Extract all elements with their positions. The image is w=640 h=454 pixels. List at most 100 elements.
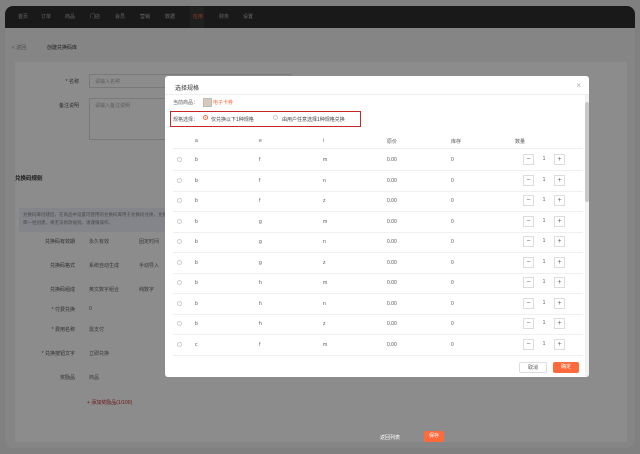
option-1-label[interactable]: 仅兑换以下1种规格 [211, 116, 254, 123]
cell-a: b [195, 321, 198, 327]
cell-i: m [323, 280, 328, 286]
table-row[interactable]: b f n 0.00 0 −1 + [173, 171, 583, 192]
row-radio[interactable] [177, 341, 182, 347]
cell-stock: 0 [451, 218, 454, 225]
select-spec-dialog: 选择规格 × 当前商品： 电子卡券 规格选择： 仅兑换以下1种规格 由用户任意选… [165, 76, 589, 377]
quantity-stepper: −1 + [523, 195, 565, 206]
minus-icon[interactable]: − [523, 338, 534, 350]
row-radio[interactable] [177, 198, 182, 203]
quantity-value[interactable]: 1 [538, 195, 550, 206]
row-radio[interactable] [177, 218, 182, 224]
minus-icon[interactable]: − [523, 297, 534, 309]
quantity-value[interactable]: 1 [538, 277, 550, 288]
quantity-value[interactable]: 1 [538, 339, 550, 350]
row-radio[interactable] [177, 300, 182, 306]
cell-i: m [323, 341, 328, 348]
table-header: a e i 原价 库存 数量 [173, 132, 583, 149]
product-thumbnail [203, 98, 212, 107]
back-to-list-button[interactable]: 返回列表 [380, 434, 400, 441]
minus-icon[interactable]: − [523, 174, 534, 186]
minus-icon[interactable]: − [523, 318, 534, 329]
col-e: e [259, 138, 262, 144]
minus-icon[interactable]: − [523, 277, 534, 288]
cell-e: h [259, 280, 262, 286]
radio-option-2[interactable] [273, 115, 278, 120]
cell-i: z [323, 198, 326, 204]
table-row[interactable]: b h z 0.00 0 −1 + [173, 314, 583, 335]
quantity-stepper: −1 + [523, 297, 565, 309]
quantity-stepper: −1 + [523, 154, 565, 165]
table-row[interactable]: b f m 0.00 0 −1 + [173, 150, 583, 171]
row-radio[interactable] [177, 280, 182, 285]
col-price: 原价 [387, 139, 398, 145]
cell-a: b [195, 239, 198, 245]
cell-stock: 0 [451, 300, 454, 307]
table-row[interactable]: c f m 0.00 0 −1 + [173, 335, 583, 356]
minus-icon[interactable]: − [523, 195, 534, 206]
quantity-value[interactable]: 1 [538, 318, 550, 329]
quantity-value[interactable]: 1 [538, 216, 550, 227]
minus-icon[interactable]: − [523, 256, 534, 268]
radio-option-1[interactable] [203, 115, 208, 120]
table-row[interactable]: b g z 0.00 0 −1 + [173, 253, 583, 274]
quantity-stepper: −1 + [523, 256, 565, 268]
current-product-value[interactable]: 电子卡券 [213, 99, 233, 106]
quantity-value[interactable]: 1 [538, 257, 550, 268]
plus-icon[interactable]: + [554, 236, 565, 247]
minus-icon[interactable]: − [523, 154, 534, 165]
row-radio[interactable] [177, 321, 182, 326]
quantity-stepper: −1 + [523, 318, 565, 329]
plus-icon[interactable]: + [554, 256, 565, 268]
cell-i: z [323, 321, 326, 327]
row-radio[interactable] [177, 259, 182, 265]
cell-i: n [323, 300, 326, 307]
cancel-button[interactable]: 取消 [519, 362, 547, 373]
plus-icon[interactable]: + [554, 338, 565, 350]
cell-price: 0.00 [387, 321, 397, 327]
cell-stock: 0 [451, 259, 454, 266]
table-row[interactable]: b h n 0.00 0 −1 + [173, 294, 583, 315]
minus-icon[interactable]: − [523, 215, 534, 227]
plus-icon[interactable]: + [554, 318, 565, 329]
cell-e: h [259, 321, 262, 327]
option-2-label[interactable]: 由用户任意选择1种规格兑换 [282, 116, 345, 123]
row-radio[interactable] [177, 177, 182, 183]
table-row[interactable]: b g n 0.00 0 −1 + [173, 232, 583, 253]
cell-i: m [323, 218, 328, 225]
table-row[interactable]: b f z 0.00 0 −1 + [173, 191, 583, 212]
cell-e: g [259, 259, 262, 266]
quantity-value[interactable]: 1 [538, 236, 550, 247]
cell-stock: 0 [451, 239, 454, 245]
cell-price: 0.00 [387, 177, 397, 184]
quantity-value[interactable]: 1 [538, 175, 550, 186]
row-radio[interactable] [177, 157, 182, 162]
cell-e: f [259, 177, 261, 184]
col-a: a [195, 138, 198, 144]
plus-icon[interactable]: + [554, 215, 565, 227]
cell-e: h [259, 300, 262, 307]
scrollbar-thumb[interactable] [585, 102, 589, 202]
save-button[interactable]: 保存 [424, 431, 444, 442]
plus-icon[interactable]: + [554, 174, 565, 186]
row-radio[interactable] [177, 239, 182, 244]
spec-select-label: 规格选择： [173, 117, 199, 123]
table-row[interactable]: b g m 0.00 0 −1 + [173, 212, 583, 233]
close-icon[interactable]: × [576, 81, 581, 90]
plus-icon[interactable]: + [554, 195, 565, 206]
plus-icon[interactable]: + [554, 277, 565, 288]
cell-stock: 0 [451, 177, 454, 184]
minus-icon[interactable]: − [523, 236, 534, 247]
col-i: i [323, 138, 325, 144]
cell-i: n [323, 239, 326, 245]
quantity-value[interactable]: 1 [538, 298, 550, 309]
cell-a: b [195, 157, 198, 163]
cell-a: c [195, 341, 198, 348]
cell-e: f [259, 198, 261, 204]
cell-stock: 0 [451, 321, 454, 327]
cell-a: b [195, 280, 198, 286]
plus-icon[interactable]: + [554, 297, 565, 309]
confirm-button[interactable]: 确定 [553, 362, 579, 373]
table-row[interactable]: b h m 0.00 0 −1 + [173, 273, 583, 294]
quantity-value[interactable]: 1 [538, 154, 550, 165]
plus-icon[interactable]: + [554, 154, 565, 165]
